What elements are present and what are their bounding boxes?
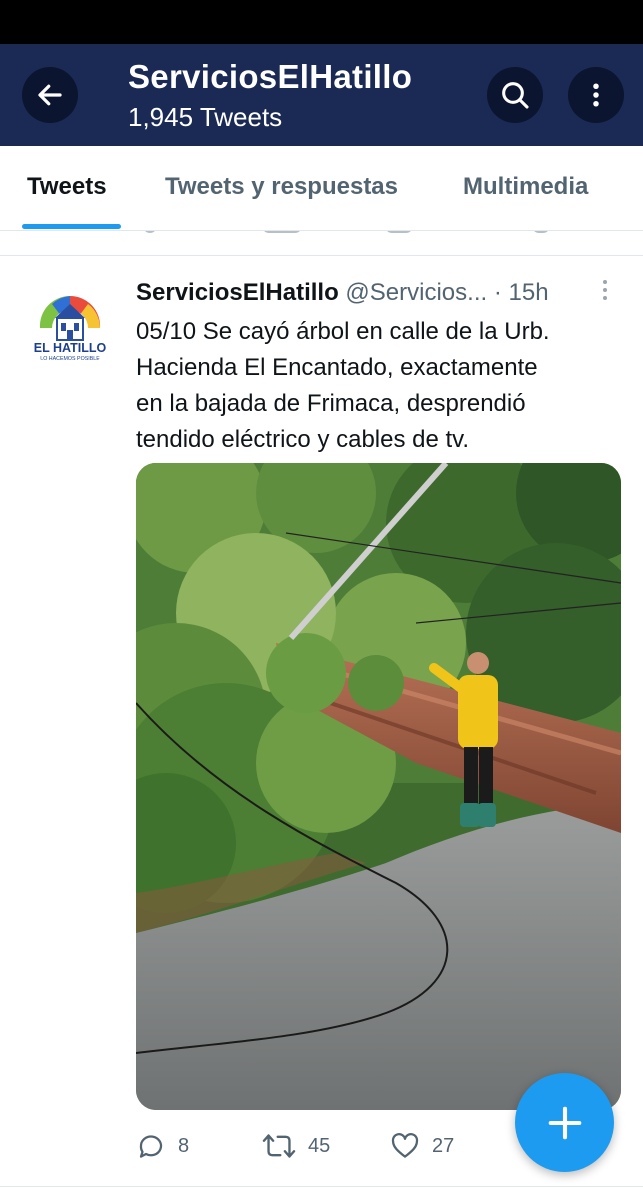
heart-icon — [391, 1133, 419, 1158]
handle[interactable]: @Servicios... — [345, 279, 487, 306]
profile-header: ServiciosElHatillo 1,945 Tweets — [0, 44, 643, 146]
more-vertical-icon — [593, 83, 599, 107]
display-name[interactable]: ServiciosElHatillo — [136, 279, 339, 306]
previous-tweet-edge — [0, 231, 643, 256]
svg-text:LO HACEMOS POSIBLE: LO HACEMOS POSIBLE — [40, 356, 100, 362]
plus-icon — [548, 1106, 581, 1139]
tweet-text-line: Hacienda El Encantado, exactamente — [136, 354, 538, 381]
active-tab-indicator — [22, 224, 121, 229]
retweet-icon — [262, 1134, 296, 1158]
tab-tweets-y-respuestas[interactable]: Tweets y respuestas — [165, 173, 398, 201]
tweet-photo[interactable] — [136, 463, 621, 1110]
tweet-text-line: 05/10 Se cayó árbol en calle de la Urb. — [136, 318, 550, 345]
search-icon — [502, 82, 529, 109]
separator-dot: · — [493, 279, 502, 306]
avatar[interactable]: EL HATILLO LO HACEMOS POSIBLE — [24, 278, 116, 370]
like-count: 27 — [432, 1134, 455, 1157]
svg-text:EL HATILLO: EL HATILLO — [34, 341, 107, 355]
tweet-more-icon[interactable] — [600, 280, 610, 304]
tweet-header: ServiciosElHatillo @Servicios... · 15h — [136, 279, 549, 307]
more-options-button[interactable] — [568, 67, 624, 123]
back-button[interactable] — [22, 67, 78, 123]
tweet-time[interactable]: 15h — [509, 279, 549, 306]
tweet-count: 1,945 Tweets — [128, 102, 283, 132]
search-button[interactable] — [487, 67, 543, 123]
tab-tweets[interactable]: Tweets — [27, 173, 107, 201]
reply-count: 8 — [178, 1134, 190, 1157]
compose-tweet-button[interactable] — [515, 1073, 614, 1172]
tab-multimedia[interactable]: Multimedia — [463, 173, 588, 201]
retweet-count: 45 — [308, 1134, 331, 1157]
reply-icon — [139, 1135, 163, 1158]
profile-tabs: Tweets Tweets y respuestas Multimedia — [0, 146, 643, 231]
profile-title: ServiciosElHatillo — [128, 58, 413, 95]
tweet-text-line: en la bajada de Frimaca, desprendió — [136, 390, 526, 417]
divider — [0, 1186, 643, 1187]
tweet-text: 05/10 Se cayó árbol en calle de la Urb. … — [136, 314, 621, 458]
el-hatillo-logo: EL HATILLO LO HACEMOS POSIBLE — [34, 295, 107, 362]
status-bar — [0, 0, 643, 44]
arrow-left-icon — [38, 84, 62, 106]
tweet-text-line: tendido eléctrico y cables de tv. — [136, 426, 470, 453]
retweet-button[interactable]: 45 — [262, 1131, 330, 1161]
reply-button[interactable]: 8 — [136, 1131, 189, 1161]
tweet[interactable]: EL HATILLO LO HACEMOS POSIBLE ServiciosE… — [0, 256, 643, 1186]
like-button[interactable]: 27 — [390, 1131, 454, 1161]
